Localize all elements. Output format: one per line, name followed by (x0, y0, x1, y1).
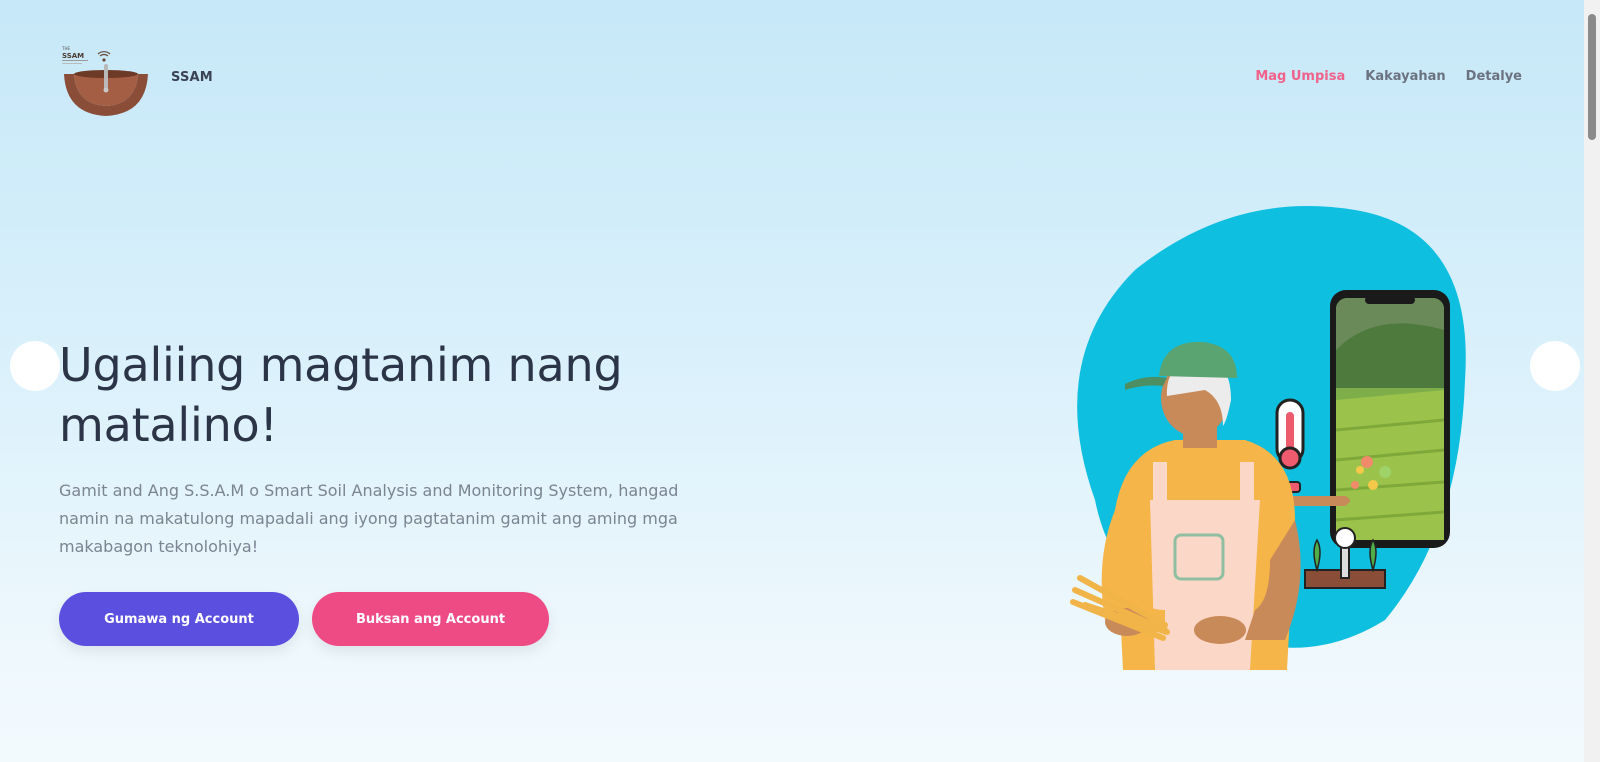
nav-detalye[interactable]: Detalye (1466, 69, 1522, 84)
nav-mag-umpisa[interactable]: Mag Umpisa (1255, 69, 1345, 84)
page-scrollbar[interactable] (1584, 0, 1600, 762)
hero-description: Gamit and Ang S.S.A.M o Smart Soil Analy… (59, 481, 679, 556)
brand-name[interactable]: SSAM (171, 70, 213, 85)
slider-prev-icon[interactable] (10, 341, 60, 391)
svg-text:THE: THE (62, 46, 70, 51)
hero-title: Ugaliing magtanim nang matalino! (59, 338, 623, 452)
main-nav: Mag Umpisa Kakayahan Detalye (1255, 69, 1522, 84)
farmer-illustration (1055, 200, 1510, 680)
ssam-logo-icon[interactable]: THE SSAM (61, 44, 152, 118)
nav-kakayahan[interactable]: Kakayahan (1365, 69, 1445, 84)
slider-next-icon[interactable] (1530, 341, 1580, 391)
open-account-button[interactable]: Buksan ang Account (312, 592, 549, 646)
scrollbar-thumb[interactable] (1588, 14, 1596, 140)
smartphone-icon (1330, 290, 1450, 548)
create-account-button[interactable]: Gumawa ng Account (59, 592, 299, 646)
landing-page: THE SSAM SSAM Mag Umpisa Kakayahan Detal… (0, 0, 1584, 762)
logo-text: SSAM (62, 52, 84, 60)
